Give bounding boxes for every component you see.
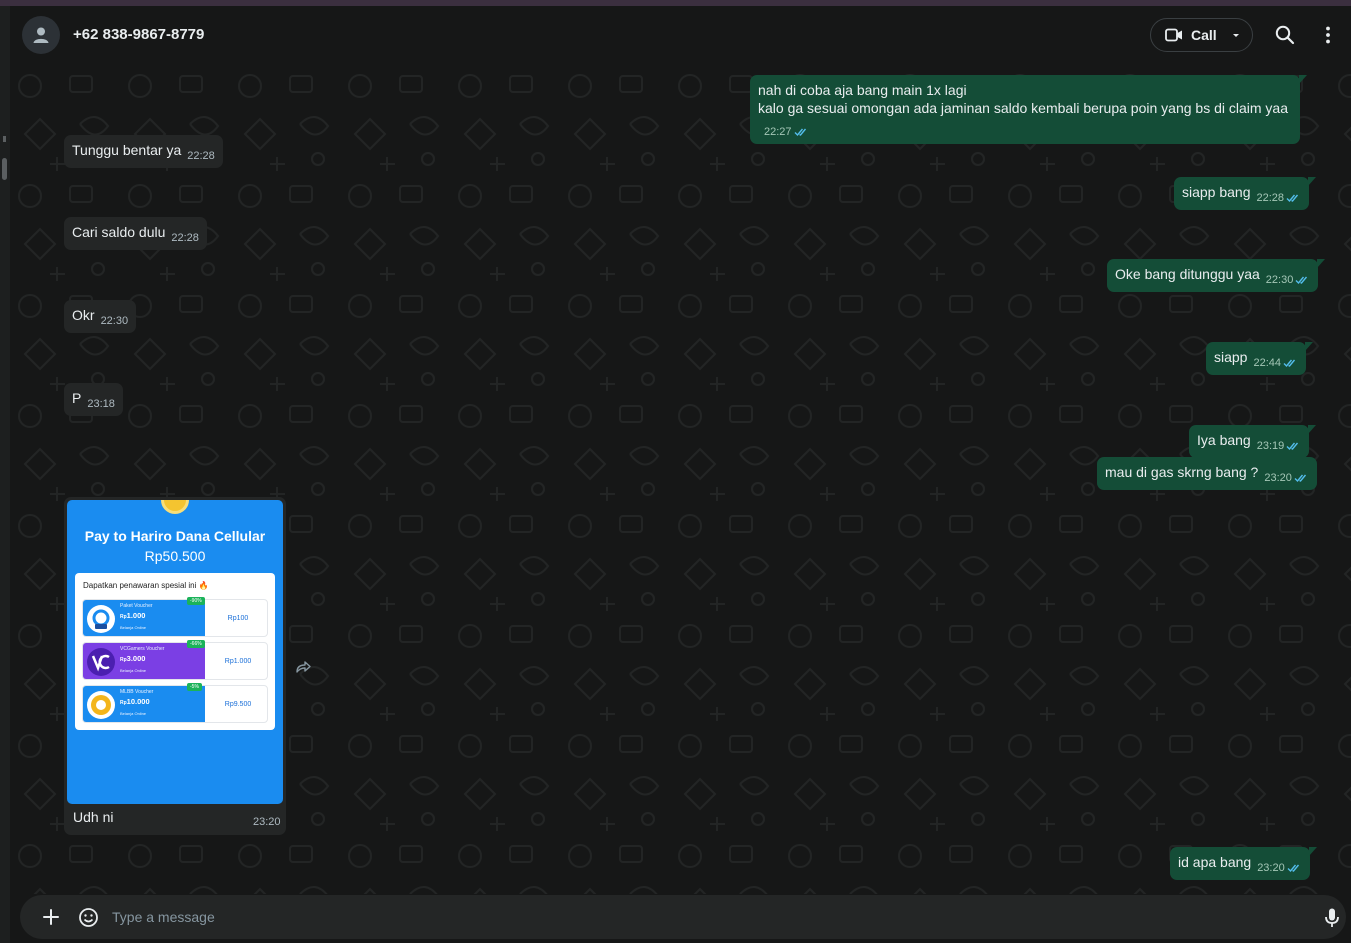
voucher-card: Paket Voucher Rp1.000 Belanja Online -90…: [82, 597, 268, 637]
double-check-icon: [1286, 442, 1299, 451]
message-text: Oke bang ditunggu yaa: [1115, 266, 1260, 282]
message-time: 22:30: [1265, 274, 1294, 286]
double-check-icon: [1286, 194, 1299, 203]
double-check-icon: [794, 128, 806, 137]
message-time: 23:20: [1257, 862, 1285, 874]
menu-dots-icon[interactable]: [1317, 24, 1339, 46]
message-time: 22:27: [764, 126, 792, 138]
voucher-price: Rp1.000: [120, 611, 146, 620]
image-caption: Udh ni: [73, 809, 114, 825]
forward-icon[interactable]: [294, 658, 312, 676]
voucher-right-price: Rp100: [227, 614, 249, 622]
coin-icon: [161, 500, 189, 514]
message-text: siapp bang: [1182, 184, 1251, 200]
voucher-name: Paket Voucher: [120, 603, 153, 609]
left-edge-bar: [0, 6, 10, 943]
payment-screenshot-image[interactable]: Pay to Hariro Dana Cellular Rp50.500 Dap…: [67, 500, 283, 804]
message-text: Okr: [72, 307, 95, 323]
scroll-marker: [3, 136, 6, 142]
call-button[interactable]: Call: [1150, 18, 1253, 52]
message-outgoing[interactable]: siapp 22:44: [1206, 342, 1313, 375]
chevron-down-icon: [1232, 34, 1239, 37]
voucher-logo-icon: [87, 648, 115, 676]
message-composer: [10, 894, 1351, 943]
message-text: Iya bang: [1197, 432, 1251, 448]
message-text: id apa bang: [1178, 854, 1252, 870]
message-time: 22:44: [1253, 357, 1281, 369]
message-time: 22:30: [100, 315, 129, 327]
voucher-discount: -5%: [187, 683, 202, 691]
voucher-sub: Belanja Online: [120, 668, 147, 673]
payment-amount: Rp50.500: [144, 548, 206, 564]
voucher-sub: Belanja Online: [120, 711, 147, 716]
chat-header: +62 838-9867-8779 Call: [10, 6, 1351, 64]
scrollbar-thumb[interactable]: [2, 158, 7, 180]
message-outgoing[interactable]: nah di coba aja bang main 1x lagi kalo g…: [750, 75, 1307, 144]
voucher-name: MLBB Voucher: [120, 689, 154, 695]
double-check-icon: [1287, 864, 1299, 873]
message-text: P: [72, 390, 82, 406]
double-check-icon: [1283, 359, 1296, 368]
person-icon: [33, 27, 49, 43]
voucher-price: Rp10.000: [120, 697, 150, 706]
message-input[interactable]: [112, 903, 1292, 931]
emoji-icon[interactable]: [78, 907, 99, 928]
message-incoming[interactable]: Tunggu bentar ya 22:28: [64, 135, 223, 168]
message-outgoing[interactable]: id apa bang 23:20: [1170, 847, 1317, 880]
double-check-icon: [1295, 276, 1308, 285]
double-check-icon: [1294, 474, 1306, 483]
voucher-name: VCGamers Voucher: [120, 646, 165, 652]
payment-title: Pay to Hariro Dana Cellular: [84, 528, 266, 544]
message-time: 22:28: [171, 232, 199, 244]
voucher-discount: -90%: [187, 597, 205, 605]
message-incoming[interactable]: P 23:18: [64, 383, 123, 416]
message-incoming-image[interactable]: Pay to Hariro Dana Cellular Rp50.500 Dap…: [64, 497, 286, 835]
voucher-right-price: Rp9.500: [224, 700, 252, 708]
message-text: Tunggu bentar ya: [72, 142, 182, 158]
message-outgoing[interactable]: mau di gas skrng bang ? 23:20: [1097, 457, 1317, 490]
message-text: mau di gas skrng bang ?: [1105, 464, 1259, 480]
message-time: 22:28: [187, 150, 215, 162]
call-button-label: Call: [1191, 27, 1217, 43]
voucher-discount: -66%: [187, 640, 205, 648]
message-time: 23:18: [87, 398, 115, 410]
offer-heading: Dapatkan penawaran spesial ini 🔥: [83, 581, 209, 590]
plus-icon[interactable]: [42, 908, 60, 926]
message-text: Cari saldo dulu: [72, 224, 166, 240]
composer-box: [20, 895, 1346, 939]
offer-panel: Dapatkan penawaran spesial ini 🔥 Paket V…: [75, 573, 275, 730]
message-outgoing[interactable]: Iya bang 23:19: [1189, 425, 1317, 458]
contact-avatar[interactable]: [22, 16, 60, 54]
voucher-right-price: Rp1.000: [224, 657, 252, 665]
message-text-line-1: nah di coba aja bang main 1x lagi: [758, 82, 967, 98]
message-incoming[interactable]: Cari saldo dulu 22:28: [64, 217, 207, 250]
contact-name[interactable]: +62 838-9867-8779: [73, 26, 204, 43]
message-list[interactable]: nah di coba aja bang main 1x lagi kalo g…: [10, 64, 1351, 894]
search-icon[interactable]: [1274, 24, 1296, 46]
message-outgoing[interactable]: siapp bang 22:28: [1174, 177, 1317, 210]
voucher-logo-icon: [87, 605, 115, 633]
message-time: 23:19: [1256, 440, 1285, 452]
message-time: 22:28: [1256, 192, 1285, 204]
message-text-line-2: kalo ga sesuai omongan ada jaminan saldo…: [758, 100, 1288, 116]
message-incoming[interactable]: Okr 22:30: [64, 300, 137, 333]
microphone-icon[interactable]: [1323, 907, 1341, 929]
video-camera-icon: [1165, 28, 1182, 42]
voucher-sub: Belanja Online: [120, 625, 147, 630]
message-time: 23:20: [1264, 472, 1292, 484]
message-outgoing[interactable]: Oke bang ditunggu yaa 22:30: [1107, 259, 1326, 292]
voucher-logo-icon: [87, 691, 115, 719]
voucher-card: MLBB Voucher Rp10.000 Belanja Online -5%…: [82, 683, 268, 723]
message-text: siapp: [1214, 349, 1248, 365]
voucher-card: VCGamers Voucher Rp3.000 Belanja Online …: [82, 640, 268, 680]
voucher-price: Rp3.000: [120, 654, 146, 663]
message-time: 23:20: [253, 816, 281, 828]
